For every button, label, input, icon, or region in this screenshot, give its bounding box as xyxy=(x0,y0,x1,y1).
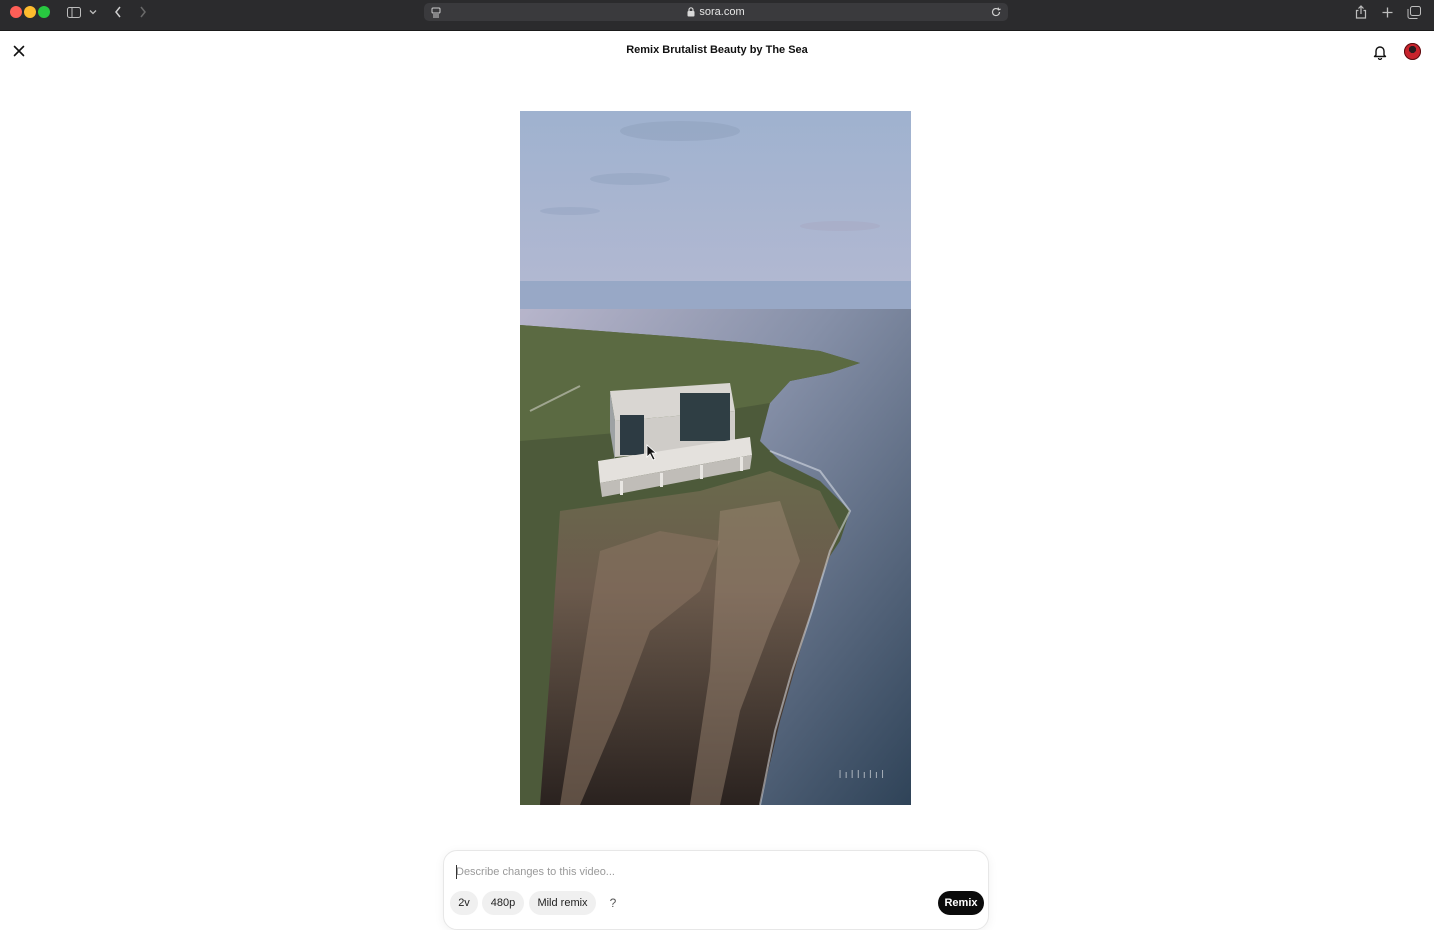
window-minimize-button[interactable] xyxy=(24,6,36,18)
chevron-right-icon[interactable] xyxy=(137,3,149,21)
video-watermark: lıllılıl xyxy=(838,768,887,781)
page-title: Remix Brutalist Beauty by The Sea xyxy=(626,44,808,56)
chevron-down-icon[interactable] xyxy=(88,3,98,21)
share-icon[interactable] xyxy=(1353,3,1369,21)
reload-icon[interactable] xyxy=(990,6,1002,18)
plus-icon[interactable] xyxy=(1380,3,1394,21)
resolution-selector[interactable]: 480p xyxy=(482,891,524,915)
video-frame-image xyxy=(520,111,911,805)
page-menu-icon[interactable] xyxy=(430,6,442,18)
lock-icon xyxy=(687,7,695,17)
address-bar[interactable]: sora.com xyxy=(424,3,1008,21)
help-button[interactable]: ? xyxy=(601,891,625,915)
video-player[interactable]: lıllılıl xyxy=(520,111,911,805)
app-header: Remix Brutalist Beauty by The Sea xyxy=(0,31,1434,73)
bell-icon[interactable] xyxy=(1370,42,1390,62)
browser-toolbar: sora.com xyxy=(0,0,1434,31)
window-close-button[interactable] xyxy=(10,6,22,18)
remix-strength-selector[interactable]: Mild remix xyxy=(529,891,596,915)
duration-selector[interactable]: 2v xyxy=(450,891,478,915)
remix-button[interactable]: Remix xyxy=(938,891,984,915)
tabs-overview-icon[interactable] xyxy=(1406,3,1422,21)
avatar[interactable] xyxy=(1404,43,1421,60)
chevron-left-icon[interactable] xyxy=(112,3,124,21)
sidebar-icon[interactable] xyxy=(66,3,82,21)
remix-composer: 2v 480p Mild remix ? Remix xyxy=(443,850,989,930)
url-text: sora.com xyxy=(699,6,745,18)
remix-prompt-input[interactable] xyxy=(456,863,956,881)
window-maximize-button[interactable] xyxy=(38,6,50,18)
text-caret xyxy=(456,865,457,879)
